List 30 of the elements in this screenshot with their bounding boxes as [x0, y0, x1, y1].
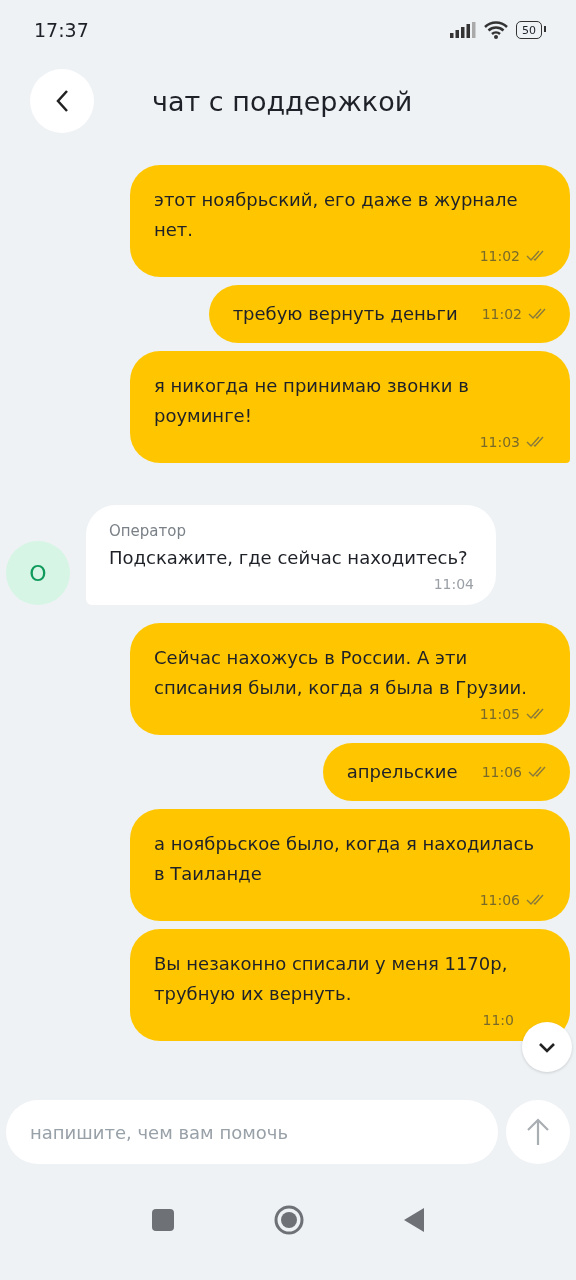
- message-time: 11:02: [479, 247, 520, 266]
- message-time: 11:02: [481, 305, 522, 324]
- arrow-up-icon: [526, 1118, 550, 1146]
- message-time: 11:04: [433, 575, 474, 594]
- message-text: а ноябрьское было, когда я находилась в Таиланде: [154, 832, 536, 886]
- chat-title: чат с поддержкой: [152, 85, 413, 117]
- message-text: я никогда не принимаю звонки в роуминге!: [154, 374, 470, 428]
- message-time: 11:0: [482, 1011, 514, 1030]
- signal-icon: [450, 22, 476, 38]
- message-text: Вы незаконно списали у меня 1170р, трубную их вернуть.: [154, 952, 509, 1006]
- message-time: 11:03: [479, 433, 520, 452]
- recents-icon[interactable]: [152, 1209, 174, 1231]
- clock: 17:37: [34, 19, 89, 41]
- sender-name: Оператор: [109, 521, 187, 542]
- home-icon[interactable]: [274, 1205, 304, 1235]
- message-text: апрельские: [346, 760, 458, 784]
- message-text: требую вернуть деньги: [232, 302, 458, 326]
- message-text: Сейчас нахожусь в России. А эти списания были, когда я была в Грузии.: [154, 646, 528, 700]
- back-icon[interactable]: [404, 1208, 424, 1232]
- scroll-down-button[interactable]: [522, 1022, 572, 1072]
- message-input[interactable]: напишите, чем вам помочь: [6, 1100, 498, 1164]
- avatar: О: [6, 541, 70, 605]
- message-time: 11:06: [481, 763, 522, 782]
- message-text: этот ноябрьский, его даже в журнале нет.: [154, 188, 519, 242]
- message-text: Подскажите, где сейчас находитесь?: [109, 546, 469, 570]
- chevron-down-icon: [538, 1041, 556, 1053]
- message-time: 11:05: [479, 705, 520, 724]
- back-icon: [55, 89, 69, 113]
- wifi-icon: [484, 21, 508, 39]
- message-time: 11:06: [479, 891, 520, 910]
